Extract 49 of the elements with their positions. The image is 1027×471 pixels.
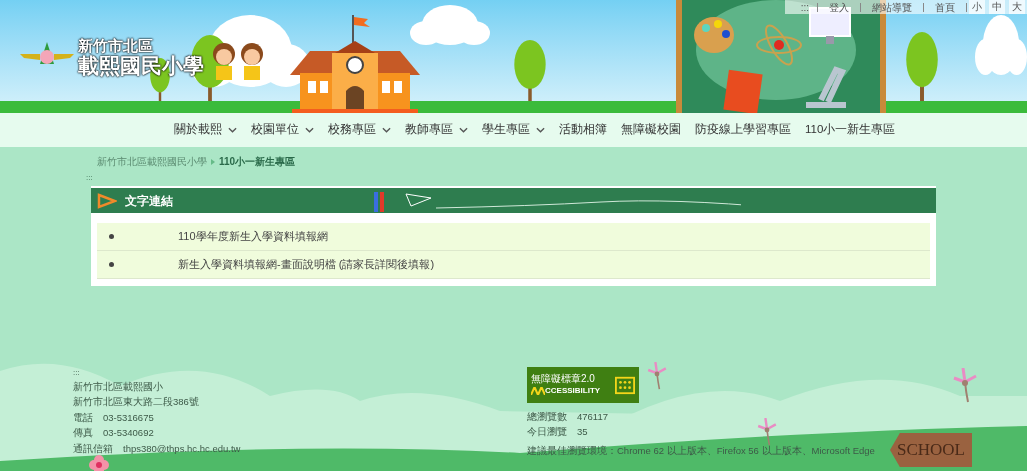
nav-item[interactable]: 教師專區 — [405, 121, 468, 139]
badge-subtitle: CCESSIBILITY — [545, 385, 601, 397]
top-link[interactable]: 網站導覽 — [861, 0, 923, 15]
nav-item[interactable]: 校園單位 — [251, 121, 314, 139]
panel-title: 文字連結 — [125, 192, 173, 210]
contact-label: 通訊信箱 — [73, 441, 113, 456]
stat-value: 476117 — [577, 410, 608, 424]
contact-value: thps380@thps.hc.hc.edu.tw — [123, 441, 241, 456]
contact-value: 03-5316675 — [103, 410, 154, 425]
cloud-icon — [975, 15, 1027, 75]
accesskey-link[interactable]: ::: — [792, 0, 817, 15]
accesskey-link[interactable]: ::: — [73, 367, 241, 379]
nav-item[interactable]: 活動相簿 — [559, 121, 607, 139]
font-size-button[interactable]: 中 — [989, 0, 1005, 14]
braille-grid-icon — [615, 375, 635, 395]
badge-title: 無障礙標章2.0 — [531, 373, 596, 385]
double-a-icon — [531, 387, 545, 395]
nav-item[interactable]: 學生專區 — [482, 121, 545, 139]
stat-value: 35 — [577, 425, 588, 440]
flower-icon — [89, 455, 109, 471]
school-name-text: 新竹市北區載熙國小 — [73, 380, 164, 394]
nav-item[interactable]: 110小一新生專區 — [805, 121, 896, 139]
bullet-icon — [109, 234, 114, 239]
contact-label: 傳真 — [73, 426, 93, 441]
text-link[interactable]: 新生入學資料填報網-畫面說明檔 (請家長詳閱後填報) — [178, 256, 435, 273]
contact-label: 電話 — [73, 410, 93, 425]
breadcrumb-link[interactable]: 110小一新生專區 — [219, 154, 296, 169]
text-link[interactable]: 110學年度新生入學資料填報網 — [178, 228, 328, 245]
bullet-icon — [109, 262, 114, 267]
top-link[interactable]: 登入 — [818, 0, 860, 15]
nav-item[interactable]: 校務專區 — [328, 121, 391, 139]
triangle-ruler-icon — [97, 192, 117, 209]
flying-seed-icon — [755, 418, 779, 447]
school-sign: SCHOOL — [890, 433, 972, 467]
nav-item[interactable]: 防疫線上學習專區 — [695, 121, 791, 139]
flying-seed-icon — [645, 362, 669, 391]
font-size-button[interactable]: 大 — [1009, 0, 1025, 14]
address-text: 新竹市北區東大路二段386號 — [73, 395, 200, 410]
accesskey-link[interactable]: ::: — [0, 169, 1027, 182]
contact-value: 03-5340692 — [103, 426, 154, 441]
nav-item[interactable]: 無障礙校園 — [621, 121, 681, 139]
top-link[interactable]: 首頁 — [924, 0, 966, 15]
stat-label: 總瀏覽數 — [527, 410, 567, 424]
school-district: 新竹市北區 — [78, 38, 154, 53]
triangle-right-icon — [211, 158, 215, 165]
stat-label: 今日瀏覽 — [527, 425, 567, 440]
font-size-button[interactable]: 小 — [969, 0, 985, 14]
nav-item[interactable]: 關於載熙 — [174, 121, 237, 139]
cloud-icon — [410, 5, 490, 45]
